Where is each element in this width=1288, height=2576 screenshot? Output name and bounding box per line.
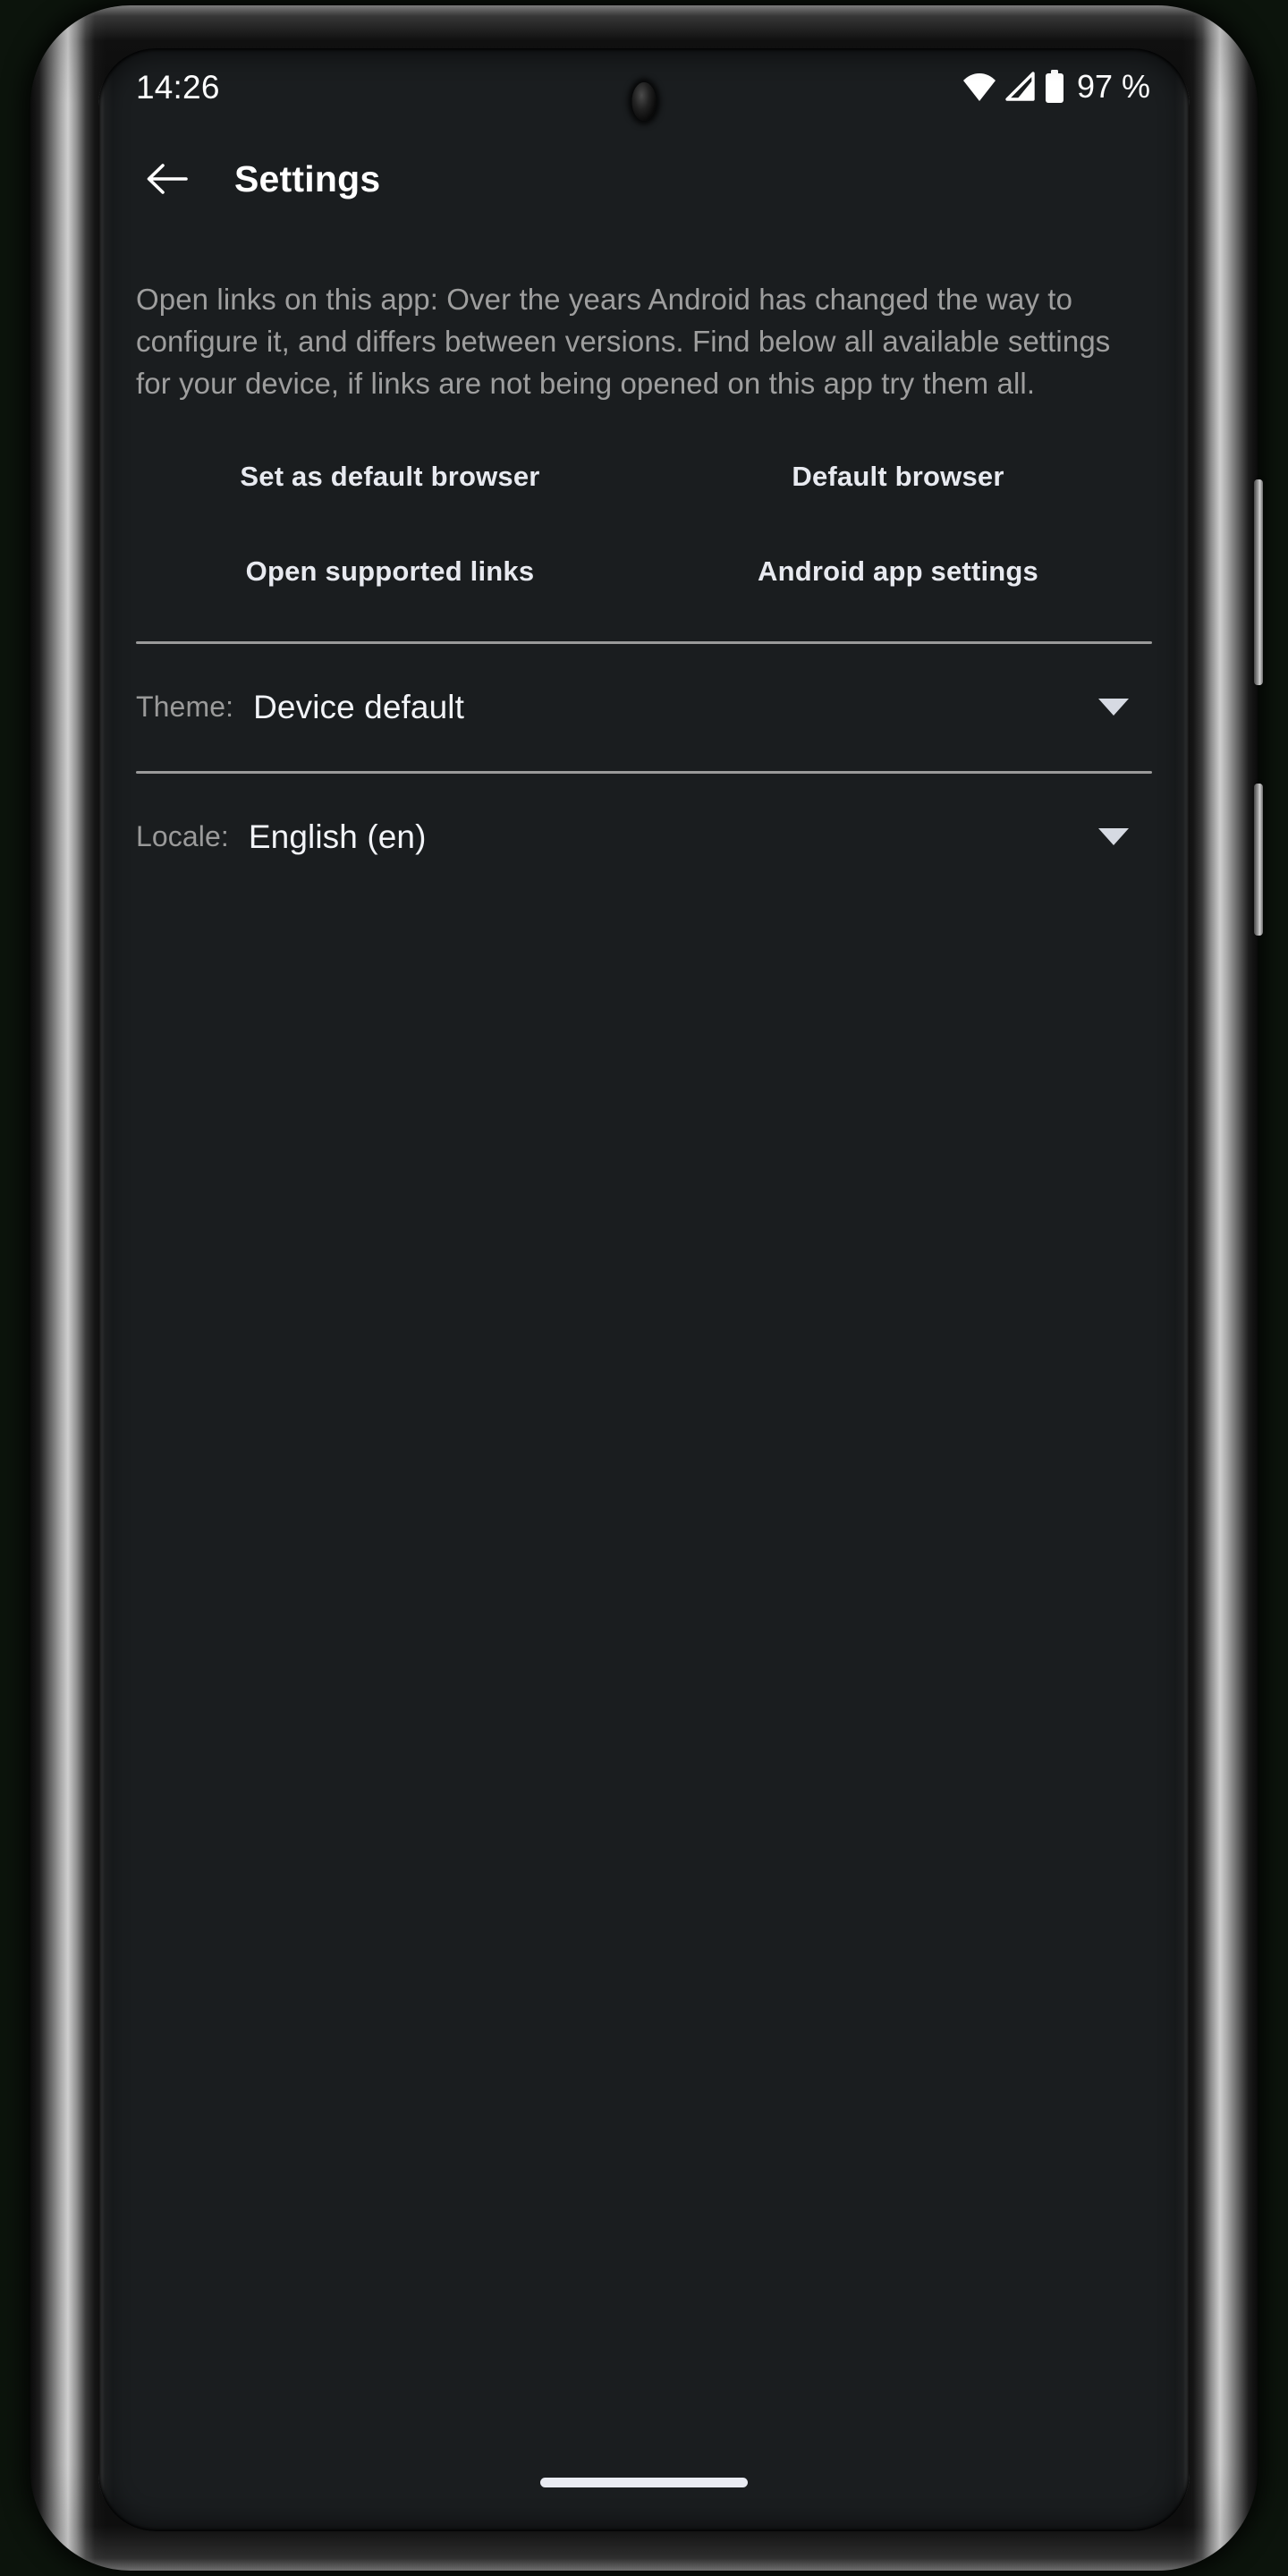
status-bar-clock: 14:26 — [136, 68, 220, 106]
phone-screen: 14:26 97 % Settings Open links on this a… — [98, 48, 1190, 2531]
cellular-signal-icon — [1005, 72, 1035, 101]
link-settings-button-grid: Set as default browser Default browser O… — [136, 437, 1152, 611]
intro-description: Open links on this app: Over the years A… — [136, 283, 1111, 400]
front-camera-punch-hole — [631, 82, 657, 121]
power-button[interactable] — [1254, 784, 1263, 936]
battery-icon — [1045, 70, 1063, 103]
theme-row[interactable]: Theme: Device default — [136, 644, 1152, 771]
page-title: Settings — [234, 157, 381, 199]
locale-value: English (en) — [248, 818, 427, 855]
open-supported-links-button[interactable]: Open supported links — [136, 532, 644, 611]
settings-content: Open links on this app: Over the years A… — [98, 233, 1190, 901]
volume-rocker-button[interactable] — [1254, 479, 1263, 685]
battery-percentage-label: 97 % — [1076, 68, 1150, 105]
locale-label: Locale: — [136, 820, 229, 853]
navigation-bar — [98, 2433, 1190, 2531]
theme-label: Theme: — [136, 691, 234, 724]
theme-value: Device default — [253, 688, 464, 725]
scene-backdrop: 14:26 97 % Settings Open links on this a… — [0, 0, 1288, 2576]
android-app-settings-button[interactable]: Android app settings — [644, 532, 1152, 611]
back-button[interactable] — [136, 148, 199, 210]
back-arrow-icon — [147, 164, 188, 194]
phone-device-frame: 14:26 97 % Settings Open links on this a… — [30, 5, 1263, 2571]
set-as-default-browser-button[interactable]: Set as default browser — [136, 437, 644, 516]
locale-row[interactable]: Locale: English (en) — [136, 774, 1152, 901]
chevron-down-icon[interactable] — [1098, 699, 1129, 716]
chevron-down-icon[interactable] — [1098, 828, 1129, 846]
default-browser-button[interactable]: Default browser — [644, 437, 1152, 516]
status-bar-icons: 97 % — [962, 68, 1150, 106]
app-toolbar: Settings — [98, 125, 1190, 233]
home-gesture-pill[interactable] — [540, 2477, 748, 2487]
app-body: Settings Open links on this app: Over th… — [98, 125, 1190, 2531]
wifi-icon — [962, 73, 996, 101]
